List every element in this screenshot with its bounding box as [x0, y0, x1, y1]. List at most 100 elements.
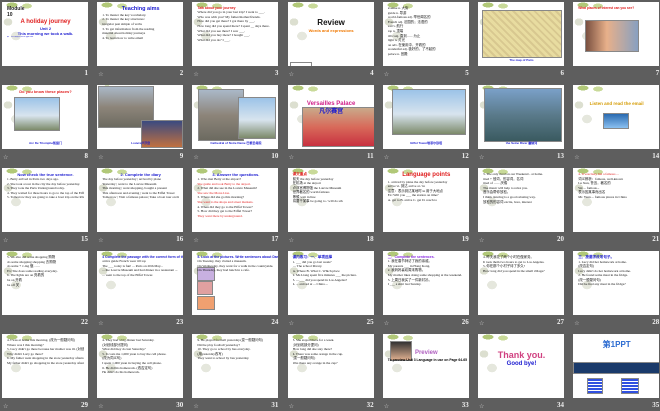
animation-star-icon[interactable]: ☆ [193, 237, 198, 244]
slide-number: 3 [274, 69, 279, 77]
animation-star-icon[interactable]: ☆ [479, 237, 484, 244]
slide-thumbnail[interactable]: Listen and read the email [573, 85, 660, 149]
animation-star-icon[interactable]: ☆ [289, 403, 294, 410]
animation-star-icon[interactable]: ☆ [384, 154, 389, 161]
slide-title: Listen and read the email [589, 101, 644, 106]
slide-content: 第1PPT [578, 340, 655, 396]
animation-star-icon[interactable]: ☆ [98, 320, 103, 327]
animation-star-icon[interactable]: ☆ [98, 154, 103, 161]
animation-star-icon[interactable]: ☆ [384, 403, 389, 410]
slide-number: 12 [461, 152, 469, 160]
animation-star-icon[interactable]: ☆ [3, 154, 8, 161]
slide-number: 31 [271, 401, 279, 409]
slide-content: Do you know these places? Arc De Triomphe… [7, 89, 84, 147]
slide-number: 9 [179, 152, 184, 160]
animation-star-icon[interactable]: ☆ [193, 403, 198, 410]
slide-content: the Seine River 塞纳河 [483, 89, 560, 147]
animation-star-icon[interactable]: ☆ [98, 71, 103, 78]
animation-star-icon[interactable]: ☆ [289, 237, 294, 244]
slide-thumbnail[interactable]: 3. The only tired on our Weekend - at ho… [478, 168, 564, 232]
slide-thumbnail[interactable]: 3. She stayed there for a week. (对划线部分提问)… [287, 334, 374, 398]
animation-star-icon[interactable]: ☆ [479, 154, 484, 161]
slide-number: 20 [557, 235, 564, 243]
slide-text-line: He didn't do his homework. [102, 370, 140, 375]
slide-thumbnail[interactable]: 5. We also did some shopping 购物 do some s… [2, 251, 88, 315]
slide-thumbnail[interactable]: Eiffel Tower埃菲尔铁塔 [382, 85, 469, 149]
animation-star-icon[interactable]: ☆ [3, 237, 8, 244]
slide-content: 4. I was at home this morning. (改为一般疑问句)… [7, 338, 84, 396]
slide-thumbnail[interactable]: 2. Complete the diary The day before yest… [97, 168, 184, 232]
slide-text-line: 4. ... arrived at ... China ... [292, 282, 328, 287]
animation-star-icon[interactable]: ☆ [384, 71, 389, 78]
slide-number: 19 [461, 235, 469, 243]
animation-star-icon[interactable]: ☆ [193, 154, 198, 161]
slide-thumbnail[interactable]: Thank you. Good bye! [478, 334, 564, 398]
slide-thumbnail[interactable]: Teaching aims 1. To master the key vocabu… [97, 2, 184, 66]
slide-thumbnail[interactable]: 4. They had a big dinner last Saturday.(… [97, 334, 184, 398]
slide-thumbnail[interactable]: 5. Look at the pictures. Write sentences… [192, 251, 279, 315]
slide-thumbnail[interactable]: 4. It was busy but a famous ... 词义辨析：famo… [573, 168, 660, 232]
slide-thumbnail[interactable]: What places of interest can you see? [573, 2, 660, 66]
slide-thumbnail[interactable]: 二、Complete the sentences. 1. 我在春节拜访了我的亲戚。… [382, 251, 469, 315]
slide-content: Thank you. Good bye! [483, 350, 560, 396]
slide-thumbnail[interactable]: The map of Paris [478, 2, 564, 66]
slide-content: 3. She stayed there for a week. (对划线部分提问)… [293, 338, 370, 396]
slide-number: 8 [84, 152, 89, 160]
slide-content: Teaching aims 1. To master the key vocabu… [102, 6, 179, 64]
slide-thumbnail[interactable]: avenue n. 大街 guide n. 导游 world-famous adj.… [382, 2, 469, 66]
animation-star-icon[interactable]: ☆ [289, 320, 294, 327]
slide-thumbnail[interactable]: Now check the true sentence. 1. Betty arr… [2, 168, 88, 232]
slide-thumbnail[interactable]: Review Words and expressions [287, 2, 374, 66]
slide-thumbnail[interactable]: Cathedral of Notre Dame 巴黎圣母院 [192, 85, 279, 149]
slide-title: Versailles Palace [306, 101, 356, 107]
animation-star-icon[interactable]: ☆ [3, 403, 8, 410]
animation-star-icon[interactable]: ☆ [98, 403, 103, 410]
slide-content: The map of Paris [483, 6, 560, 64]
slide-content: 5. Look at the pictures. Write sentences… [197, 255, 278, 313]
animation-star-icon[interactable]: ☆ [574, 154, 579, 161]
slide-thumbnail[interactable]: Module 10 A holiday journey Unit 2 This morn… [2, 2, 88, 66]
slide-thumbnail[interactable]: Louvre卢浮宫 [97, 85, 184, 149]
slide-content: 2. Complete the diary The day before yest… [102, 172, 179, 230]
animation-star-icon[interactable]: ☆ [384, 320, 389, 327]
slide-text-line: 4. I was at home this morning. (改为一般疑问句) [7, 338, 76, 342]
animation-star-icon[interactable]: ☆ [479, 320, 484, 327]
animation-star-icon[interactable]: ☆ [193, 71, 198, 78]
slide-thumbnail[interactable]: the Seine River 塞纳河 [478, 85, 564, 149]
slide-number: 1 [84, 69, 89, 77]
slide-content: 课内练习：一、单项选择 1. ___ did you go last week? —… [293, 255, 370, 313]
slide-thumbnail[interactable]: Preview To preview Unit 3 Language in use… [382, 334, 469, 398]
slide-thumbnail[interactable]: Talk about your journey Where did you go … [192, 2, 279, 66]
animation-star-icon[interactable]: ☆ [574, 320, 579, 327]
slide-thumbnail[interactable]: 4 Complete the passage with the correct … [97, 251, 184, 315]
slide-thumbnail[interactable]: 课文重点 前天 the day before yesterday 在机场 at th… [287, 168, 374, 232]
slide-number: 2 [179, 69, 184, 77]
slide-thumbnail[interactable]: 3. Answer the questions. 1. Who met Betty… [192, 168, 279, 232]
slide-text-line: 将要干某事 be going to / will do sth [292, 199, 343, 204]
animation-star-icon[interactable]: ☆ [479, 403, 484, 410]
slide-text-line: On Thursday, they had lunch in a cafe. [197, 268, 250, 273]
slide-thumbnail[interactable]: Language points 1. arrived by plane the d… [382, 168, 469, 232]
slide-number: 15 [81, 235, 88, 243]
slide-thumbnail[interactable]: 课内练习：一、单项选择 1. ___ did you go last week? —… [287, 251, 374, 315]
slide-thumbnail[interactable]: 第1PPT [573, 334, 660, 398]
slide-thumbnail[interactable]: Do you know these places? Arc De Triomphe… [2, 85, 88, 149]
slide-number: 14 [652, 152, 660, 160]
slide-thumbnail[interactable]: 9. He played football yesterday.(变一般疑问句)… [192, 334, 279, 398]
slide-title: The map of Paris [509, 58, 534, 63]
slide-content: 三、按要求改写句子。 1. Lucy did her homework at ho… [578, 255, 655, 313]
animation-star-icon[interactable]: ☆ [289, 71, 294, 78]
slide-thumbnail[interactable]: 三、按要求改写句子。 1. Lucy did her homework at ho… [573, 251, 660, 315]
slide-number: 22 [81, 318, 88, 326]
slide-content: Listen and read the email [578, 101, 655, 147]
slide-text-line: 放松的形容词 excite, bore, interest [483, 199, 532, 204]
slide-number: 5 [465, 69, 469, 77]
slide-thumbnail[interactable]: Versailles Palace 凡尔赛宫 [287, 85, 374, 149]
animation-star-icon[interactable]: ☆ [98, 237, 103, 244]
slide-title: Preview [414, 350, 438, 356]
slide-thumbnail[interactable]: 4. I was at home this morning. (改为一般疑问句)… [2, 334, 88, 398]
slide-thumbnail[interactable]: 4. 昨天我花了两个小时在做家务。 It took them two hours … [478, 251, 564, 315]
animation-star-icon[interactable]: ☆ [289, 154, 294, 161]
slide-content: avenue n. 大街 guide n. 导游 world-famous adj.… [388, 6, 465, 64]
slide-text-line: Tomorrow | Visit a famous palace; Take a… [102, 195, 180, 200]
